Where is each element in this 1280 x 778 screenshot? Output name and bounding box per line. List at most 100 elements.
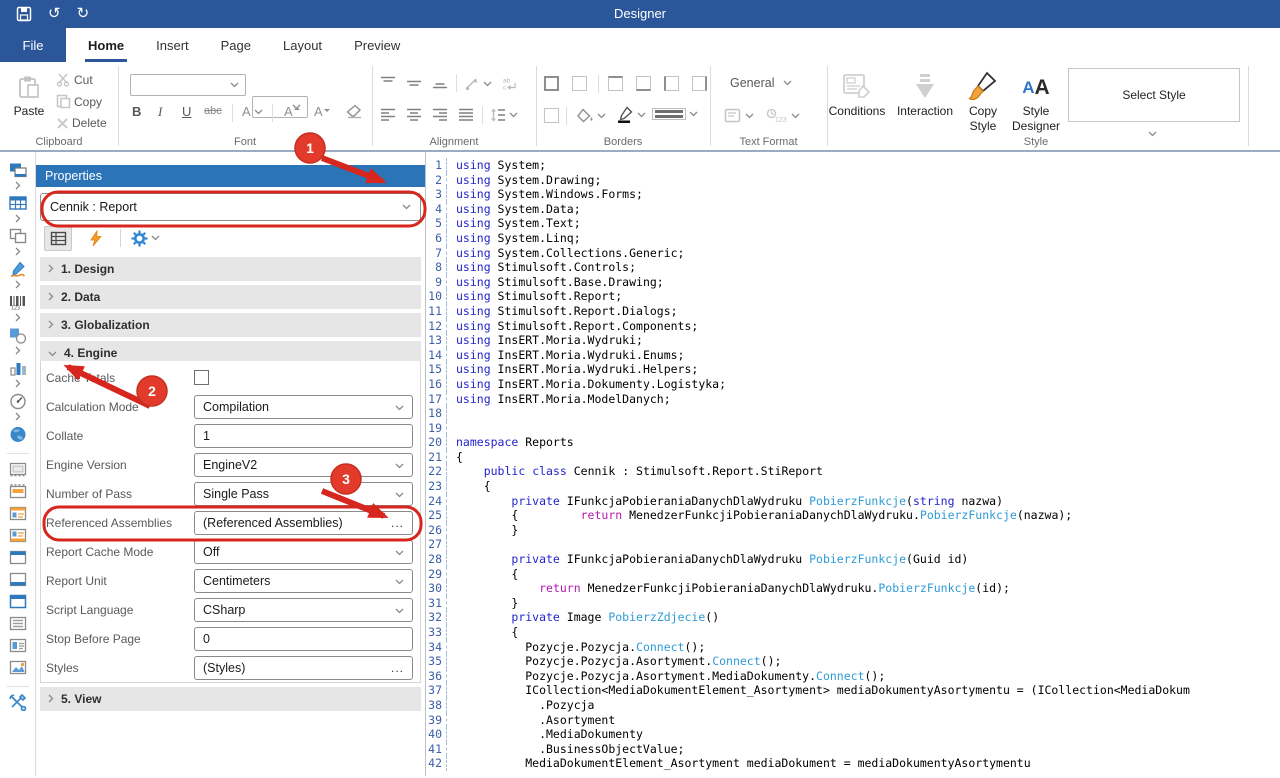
toolbox-item-clone[interactable] — [8, 227, 28, 256]
toolbox-item-page-header-band[interactable] — [8, 482, 28, 500]
footer-band-icon — [8, 570, 28, 588]
engine-version-combo[interactable]: EngineV2 — [194, 453, 413, 477]
bold-button[interactable]: B — [132, 104, 141, 119]
toolbox-item-map[interactable] — [8, 425, 28, 443]
tab-file[interactable]: File — [0, 28, 66, 62]
tab-home[interactable]: Home — [72, 28, 140, 62]
toolbox-item-data-band[interactable] — [8, 614, 28, 632]
chevron-right-icon[interactable] — [15, 411, 21, 421]
toolbox-item-panel-band[interactable] — [8, 592, 28, 610]
code-line: 38 .Pozycja — [426, 698, 1280, 713]
font-name-combo[interactable] — [130, 74, 246, 96]
select-style-gallery[interactable]: Select Style — [1068, 68, 1240, 122]
chevron-right-icon[interactable] — [15, 180, 21, 190]
tools-icon — [8, 693, 28, 711]
toolbox-item-header-band[interactable] — [8, 548, 28, 566]
section-header-5-view[interactable]: 5. View — [40, 687, 421, 711]
align-center-button[interactable] — [406, 108, 422, 121]
categorized-view-button[interactable] — [44, 226, 72, 251]
stop-before-page-input[interactable]: 0 — [194, 627, 413, 651]
settings-button[interactable] — [131, 226, 159, 251]
shrink-font-button[interactable]: A — [314, 104, 330, 119]
toolbox-item-detail-band[interactable] — [8, 636, 28, 654]
chevron-right-icon[interactable] — [15, 246, 21, 256]
font-color-button[interactable]: A — [242, 104, 263, 119]
script-language-combo[interactable]: CSharp — [194, 598, 413, 622]
collate-input[interactable]: 1 — [194, 424, 413, 448]
events-view-button[interactable] — [82, 226, 110, 251]
align-bottom-button[interactable] — [432, 76, 448, 89]
chevron-right-icon[interactable] — [15, 213, 21, 223]
border-brush-button[interactable] — [616, 106, 646, 123]
border-style-button[interactable] — [652, 108, 698, 120]
toolbox-item-gauge[interactable] — [8, 392, 28, 421]
right-border-button[interactable] — [692, 76, 707, 91]
chevron-right-icon[interactable] — [15, 312, 21, 322]
cache-totals-checkbox[interactable] — [194, 370, 209, 385]
line-number: 40 — [426, 727, 447, 742]
toolbox-item-group-footer-band[interactable] — [8, 526, 28, 544]
save-icon — [16, 6, 32, 22]
gallery-dropdown-button[interactable] — [1148, 126, 1157, 140]
calculation-mode-combo[interactable]: Compilation — [194, 395, 413, 419]
tab-page[interactable]: Page — [205, 28, 267, 62]
code-line: 23 { — [426, 479, 1280, 494]
save-button[interactable] — [16, 0, 32, 28]
all-borders-button[interactable] — [544, 76, 559, 91]
styles-editor[interactable]: (Styles)... — [194, 656, 413, 680]
no-borders-button[interactable] — [572, 76, 587, 91]
tab-preview[interactable]: Preview — [338, 28, 416, 62]
toolbox-item-signature[interactable] — [8, 260, 28, 289]
section-header-2-data[interactable]: 2. Data — [40, 285, 421, 309]
tab-layout[interactable]: Layout — [267, 28, 338, 62]
align-left-button[interactable] — [380, 108, 396, 121]
align-justify-button[interactable] — [458, 108, 474, 121]
tab-insert[interactable]: Insert — [140, 28, 205, 62]
report-unit-combo[interactable]: Centimeters — [194, 569, 413, 593]
properties-panel: Properties Cennik : Report 1. Design2. D… — [36, 152, 426, 776]
underline-button[interactable]: U — [182, 104, 191, 119]
component-selector-combo[interactable]: Cennik : Report — [40, 193, 421, 221]
chevron-right-icon[interactable] — [15, 279, 21, 289]
toolbox-item-shapes[interactable] — [8, 326, 28, 355]
style-designer-button[interactable]: AA Style Designer — [1008, 70, 1064, 134]
toolbox-item-footer-band[interactable] — [8, 570, 28, 588]
code-line: 4using System.Data; — [426, 202, 1280, 217]
report-cache-mode-combo[interactable]: Off — [194, 540, 413, 564]
code-editor[interactable]: 1using System;2using System.Drawing;3usi… — [426, 152, 1280, 776]
outside-borders-button[interactable] — [544, 108, 559, 123]
chevron-right-icon[interactable] — [15, 345, 21, 355]
toolbox-item-bands[interactable] — [8, 161, 28, 190]
referenced-assemblies-editor[interactable]: (Referenced Assemblies)... — [194, 511, 413, 535]
align-right-button[interactable] — [432, 108, 448, 121]
copy-style-button[interactable]: Copy Style — [958, 70, 1008, 134]
redo-button[interactable]: ↻ — [77, 0, 90, 28]
section-header-1-design[interactable]: 1. Design — [40, 257, 421, 281]
toolbox-item-picture[interactable] — [8, 658, 28, 676]
chevron-right-icon[interactable] — [15, 378, 21, 388]
grow-font-button[interactable]: A — [284, 104, 300, 119]
toolbox-item-tools[interactable] — [8, 693, 28, 711]
undo-button[interactable]: ↺ — [48, 0, 61, 28]
toolbox-item-barcode[interactable]: 123 — [8, 293, 28, 322]
section-header-3-globalization[interactable]: 3. Globalization — [40, 313, 421, 337]
align-middle-button[interactable] — [406, 76, 422, 89]
italic-button[interactable]: I — [158, 104, 162, 120]
toolbox-item-chart[interactable] — [8, 359, 28, 388]
bottom-border-button[interactable] — [636, 76, 651, 91]
strikethrough-button[interactable]: abc — [204, 105, 222, 117]
toolbox-item-report-title-band[interactable] — [8, 460, 28, 478]
clear-format-button[interactable] — [346, 104, 363, 119]
line-number: 18 — [426, 406, 447, 421]
number-of-pass-combo[interactable]: Single Pass — [194, 482, 413, 506]
fill-color-button[interactable] — [576, 108, 606, 123]
code-line: 37 ICollection<MediaDokumentElement_Asor… — [426, 683, 1280, 698]
ellipsis-button[interactable]: ... — [391, 661, 404, 675]
align-top-button[interactable] — [380, 76, 396, 89]
toolbox-item-table[interactable] — [8, 194, 28, 223]
ellipsis-button[interactable]: ... — [391, 516, 404, 530]
toolbox-item-group-header-band[interactable] — [8, 504, 28, 522]
left-border-button[interactable] — [664, 76, 679, 91]
divider — [456, 74, 457, 92]
top-border-button[interactable] — [608, 76, 623, 91]
